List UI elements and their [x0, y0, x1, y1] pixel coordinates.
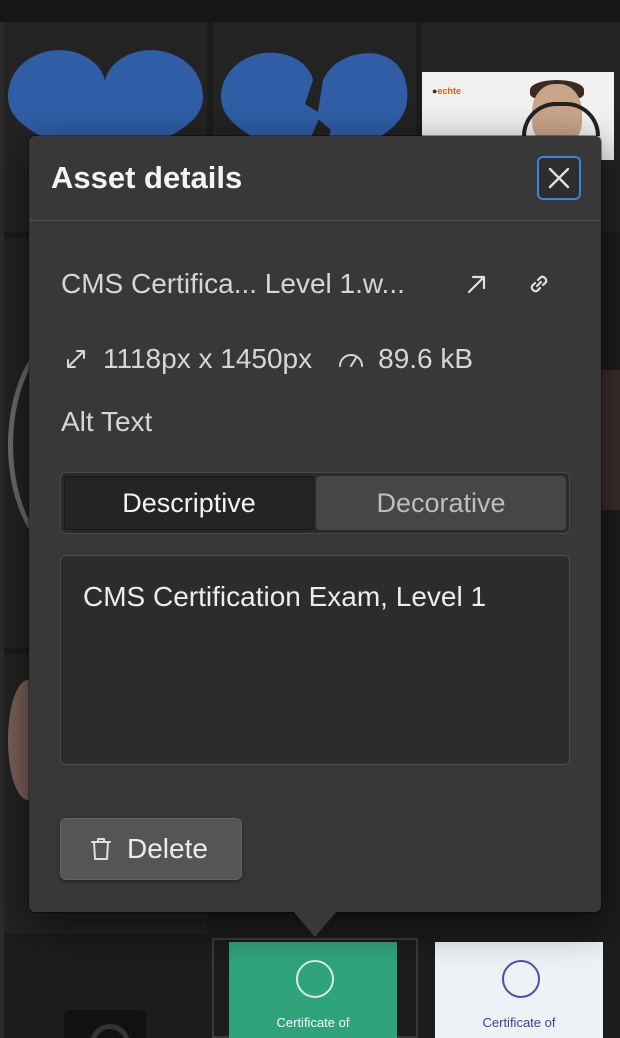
certificate-title: Certificate of	[276, 1015, 350, 1030]
modal-pointer	[293, 911, 337, 937]
webcam-brand: ●echte	[432, 86, 461, 96]
alt-text-label: Alt Text	[61, 406, 153, 437]
delete-label: Delete	[127, 833, 208, 864]
asset-meta-row: 1118px x 1450px 89.6 kB	[61, 340, 473, 378]
delete-button[interactable]: Delete	[60, 818, 242, 880]
asset-details-modal: Asset details CMS Certifica... Level 1.w…	[29, 136, 601, 912]
arrow-up-right-icon	[467, 275, 486, 294]
asset-tile-certificate-white[interactable]: Certificate of	[435, 942, 603, 1038]
copy-link-button[interactable]	[521, 266, 557, 302]
alt-mode-descriptive[interactable]: Descriptive	[64, 476, 314, 530]
open-asset-button[interactable]	[459, 266, 495, 302]
trash-icon	[91, 838, 111, 860]
link-icon	[530, 275, 548, 293]
alt-mode-decorative[interactable]: Decorative	[316, 476, 566, 530]
gauge-icon	[336, 344, 366, 374]
alt-mode-toggle: Descriptive Decorative	[60, 472, 570, 534]
close-button[interactable]	[537, 156, 581, 200]
certificate-title: Certificate of	[482, 1015, 556, 1030]
asset-dimensions: 1118px x 1450px	[103, 343, 313, 374]
close-icon	[548, 167, 570, 189]
certificate-seal-icon	[296, 960, 334, 998]
asset-tile-certificate-green[interactable]: Certificate of	[229, 942, 397, 1038]
modal-title: Asset details	[51, 160, 243, 195]
modal-header: Asset details	[29, 136, 601, 221]
asset-tile-dark[interactable]	[64, 1010, 146, 1038]
alt-text-input[interactable]: CMS Certification Exam, Level 1	[60, 555, 570, 765]
top-bar	[0, 0, 620, 22]
asset-filename: CMS Certifica... Level 1.w...	[61, 268, 405, 299]
resize-diagonal-icon	[61, 344, 91, 374]
asset-file-size: 89.6 kB	[378, 343, 474, 374]
certificate-seal-icon	[502, 960, 540, 998]
asset-tile-photo-edge	[598, 370, 620, 510]
